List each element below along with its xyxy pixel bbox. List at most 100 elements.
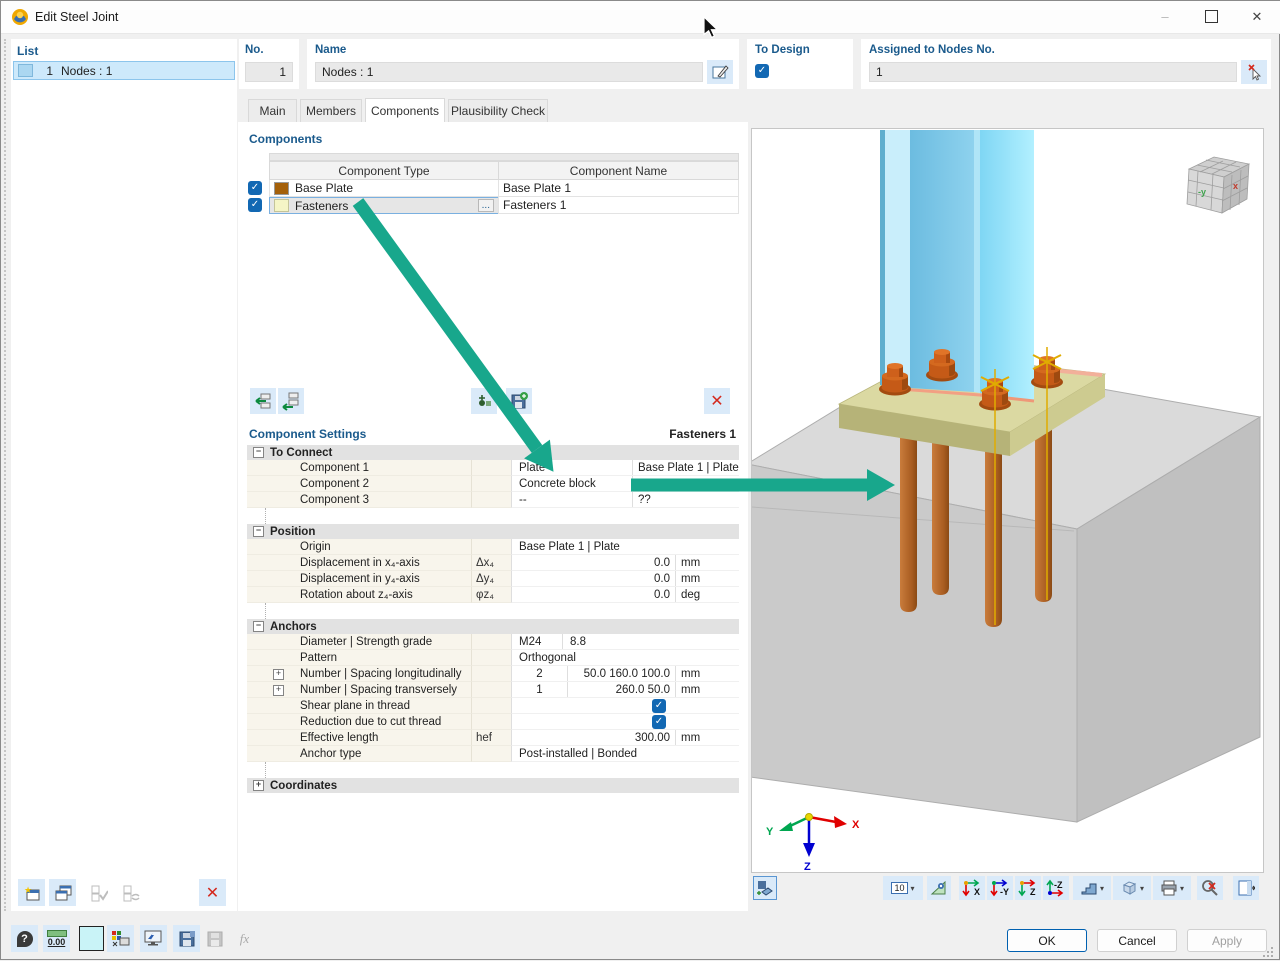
cancel-button[interactable]: Cancel <box>1097 929 1177 952</box>
row-reduction-thread[interactable]: Reduction due to cut thread ✓ <box>247 714 739 730</box>
close-button[interactable]: ✕ <box>1235 1 1279 32</box>
save-defaults-button[interactable] <box>173 925 200 952</box>
insert-component-button[interactable] <box>278 388 304 414</box>
row1-checkbox[interactable]: ✓ <box>248 181 262 195</box>
copy-joint-button[interactable] <box>49 879 76 906</box>
view-minus-z-button[interactable]: -Z <box>1043 876 1069 900</box>
list-item-nodes-1[interactable]: 1 Nodes : 1 <box>13 61 235 80</box>
reduction-checkbox[interactable]: ✓ <box>652 715 666 729</box>
spacing-longitudinal[interactable]: 50.0 160.0 100.0 <box>567 666 675 681</box>
print-button[interactable]: ▾ <box>1153 876 1191 900</box>
grade-value[interactable]: 8.8 <box>562 634 739 649</box>
to-design-checkbox[interactable]: ✓ <box>755 64 769 78</box>
component-3-type[interactable]: -- <box>512 492 632 507</box>
clipping-box-button[interactable]: ▾ <box>1113 876 1151 900</box>
component-2-ref[interactable] <box>632 476 739 491</box>
row-spacing-longitudinal[interactable]: +Number | Spacing longitudinally 250.0 1… <box>247 666 739 682</box>
color-swatch-button[interactable] <box>79 926 104 951</box>
isometric-view-button[interactable] <box>753 876 777 900</box>
row-spacing-transverse[interactable]: +Number | Spacing transversely 1260.0 50… <box>247 682 739 698</box>
origin-value[interactable]: Base Plate 1 | Plate <box>512 539 620 554</box>
delete-joint-button[interactable]: ✕ <box>199 879 226 906</box>
row-anchor-type[interactable]: Anchor type Post-installed | Bonded <box>247 746 739 762</box>
section-to-connect[interactable]: − To Connect <box>247 445 739 460</box>
row2-type-cell[interactable]: Fasteners ... <box>269 197 499 214</box>
row-shear-plane[interactable]: Shear plane in thread ✓ <box>247 698 739 714</box>
row-pattern[interactable]: Pattern Orthogonal <box>247 650 739 666</box>
row-origin[interactable]: Origin Base Plate 1 | Plate <box>247 539 739 555</box>
row-diameter-grade[interactable]: Diameter | Strength grade M248.8 <box>247 634 739 650</box>
anchor-type-value[interactable]: Post-installed | Bonded <box>512 746 637 761</box>
measure-tool-button[interactable] <box>927 876 951 900</box>
component-1-ref[interactable]: Base Plate 1 | Plate <box>632 460 739 475</box>
expand-icon[interactable]: + <box>273 685 284 696</box>
row2-name-cell[interactable]: Fasteners 1 <box>498 197 739 214</box>
display-mode-button[interactable]: ▾ <box>1073 876 1111 900</box>
formula-button[interactable]: fx <box>231 925 258 952</box>
ok-button[interactable]: OK <box>1007 929 1087 952</box>
apply-button[interactable]: Apply <box>1187 929 1267 952</box>
expand-icon[interactable]: + <box>253 780 264 791</box>
tab-members[interactable]: Members <box>300 99 362 122</box>
view-minus-y-button[interactable]: -Y <box>987 876 1013 900</box>
select-nodes-button[interactable] <box>1241 60 1267 84</box>
section-anchors[interactable]: − Anchors <box>247 619 739 634</box>
import-component-button[interactable] <box>471 388 497 414</box>
row2-more-button[interactable]: ... <box>478 199 494 212</box>
side-panel-button[interactable] <box>1233 876 1259 900</box>
row-component-3[interactable]: Component 3 --?? <box>247 492 739 508</box>
component-1-type[interactable]: Plate <box>512 460 632 475</box>
zoom-reset-button[interactable] <box>1197 876 1223 900</box>
view-z-button[interactable]: Z <box>1015 876 1041 900</box>
spacing-transverse[interactable]: 260.0 50.0 <box>567 682 675 697</box>
collapse-icon[interactable]: − <box>253 447 264 458</box>
section-coordinates[interactable]: + Coordinates <box>247 778 739 793</box>
help-button[interactable]: ? <box>11 925 38 952</box>
row1-type-cell[interactable]: Base Plate <box>269 180 499 197</box>
minimize-button[interactable]: – <box>1143 1 1187 32</box>
expand-icon[interactable]: + <box>273 669 284 680</box>
row-rotation-z4[interactable]: Rotation about z₄-axis φz₄ 0.0deg <box>247 587 739 603</box>
resize-grip[interactable] <box>1263 945 1275 957</box>
apply-to-screen-button[interactable] <box>140 925 167 952</box>
row2-checkbox[interactable]: ✓ <box>248 198 262 212</box>
save-component-button[interactable] <box>506 388 532 414</box>
pattern-value[interactable]: Orthogonal <box>512 650 576 665</box>
row-component-2[interactable]: Component 2 Concrete block <box>247 476 739 492</box>
tab-plausibility-check[interactable]: Plausibility Check <box>448 99 548 122</box>
add-component-button[interactable] <box>250 388 276 414</box>
name-field[interactable]: Nodes : 1 <box>315 62 703 82</box>
component-2-type[interactable]: Concrete block <box>512 476 632 491</box>
save-as-defaults-button[interactable] <box>201 925 228 952</box>
delete-component-button[interactable]: ✕ <box>704 388 730 414</box>
rename-button[interactable] <box>707 60 733 84</box>
invert-checks-button[interactable] <box>117 879 144 906</box>
rz4-value[interactable]: 0.0 <box>512 587 675 602</box>
n-transverse[interactable]: 1 <box>512 682 567 697</box>
col-header-component-name[interactable]: Component Name <box>498 161 739 180</box>
row-component-1[interactable]: Component 1 PlateBase Plate 1 | Plate <box>247 460 739 476</box>
dx4-value[interactable]: 0.0 <box>512 555 675 570</box>
dimension-lines-button[interactable]: 10 ▾ <box>883 876 923 900</box>
diameter-value[interactable]: M24 <box>512 634 562 649</box>
n-longitudinal[interactable]: 2 <box>512 666 567 681</box>
collapse-icon[interactable]: − <box>253 621 264 632</box>
assigned-field[interactable]: 1 <box>869 62 1237 82</box>
component-3-ref[interactable]: ?? <box>632 492 739 507</box>
row-displacement-x4[interactable]: Displacement in x₄-axis Δx₄ 0.0mm <box>247 555 739 571</box>
view-x-button[interactable]: X <box>959 876 985 900</box>
shear-plane-checkbox[interactable]: ✓ <box>652 699 666 713</box>
units-settings-button[interactable]: 0.00 <box>43 925 70 952</box>
tab-components[interactable]: Components <box>365 98 445 122</box>
new-joint-button[interactable]: ★ <box>18 879 45 906</box>
effective-length-value[interactable]: 300.00 <box>512 730 675 745</box>
row-displacement-y4[interactable]: Displacement in y₄-axis Δy₄ 0.0mm <box>247 571 739 587</box>
col-header-component-type[interactable]: Component Type <box>269 161 499 180</box>
row-effective-length[interactable]: Effective length hef 300.00mm <box>247 730 739 746</box>
viewport-3d[interactable]: -y x X Y Z <box>751 128 1264 873</box>
section-position[interactable]: − Position <box>247 524 739 539</box>
collapse-icon[interactable]: − <box>253 526 264 537</box>
row1-name-cell[interactable]: Base Plate 1 <box>498 180 739 197</box>
dy4-value[interactable]: 0.0 <box>512 571 675 586</box>
check-all-button[interactable] <box>85 879 112 906</box>
